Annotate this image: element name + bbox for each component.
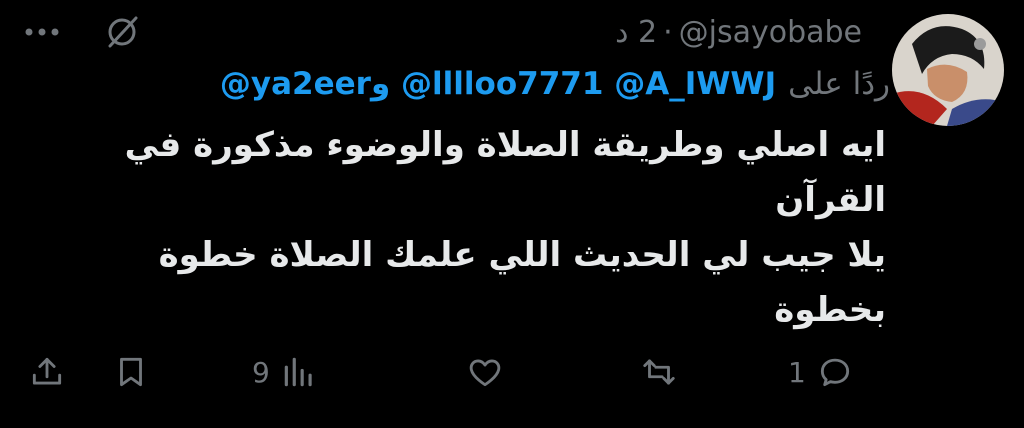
bookmark-button[interactable] (112, 344, 150, 400)
tweet-line: بخطوة (774, 290, 886, 330)
views-button[interactable]: 9 (252, 344, 318, 400)
tweet-body: ايه اصلي وطريقة الصلاة والوضوء مذكورة في… (106, 118, 886, 338)
share-icon (32, 357, 62, 385)
more-icon[interactable] (22, 12, 62, 52)
avatar-image (892, 14, 1004, 126)
bookmark-icon (120, 357, 142, 387)
retweet-button[interactable] (640, 344, 688, 400)
grok-icon[interactable] (102, 12, 142, 52)
tweet-header: @jsayobabe · 2 د (615, 10, 862, 54)
reply-label: ردًا على (788, 66, 890, 102)
share-button[interactable] (28, 344, 66, 400)
action-bar: 1 9 (0, 344, 1024, 400)
reply-context: ردًا على @ya2eerو @lllloo7771 @A_IWWJ (220, 62, 890, 106)
reply-button[interactable]: 1 (788, 344, 854, 400)
header-separator: · (663, 14, 673, 50)
reply-icon (820, 358, 849, 387)
tweet-line: يلا جيب لي الحديث اللي علمك الصلاة خطوة (158, 235, 886, 275)
views-icon (284, 357, 312, 387)
retweet-icon (643, 359, 675, 385)
author-handle[interactable]: @jsayobabe (679, 15, 862, 50)
reply-mentions[interactable]: @ya2eerو @lllloo7771 @A_IWWJ (220, 66, 776, 102)
avatar[interactable] (892, 14, 1004, 126)
tweet-line: ايه اصلي وطريقة الصلاة والوضوء مذكورة في (124, 125, 886, 165)
views-count: 9 (252, 355, 270, 389)
reply-count: 1 (788, 355, 806, 389)
tweet-line: القرآن (775, 180, 886, 220)
like-icon (469, 359, 501, 387)
tweet-timestamp[interactable]: 2 د (615, 15, 657, 50)
like-button[interactable] (466, 344, 514, 400)
header-actions (22, 12, 142, 52)
